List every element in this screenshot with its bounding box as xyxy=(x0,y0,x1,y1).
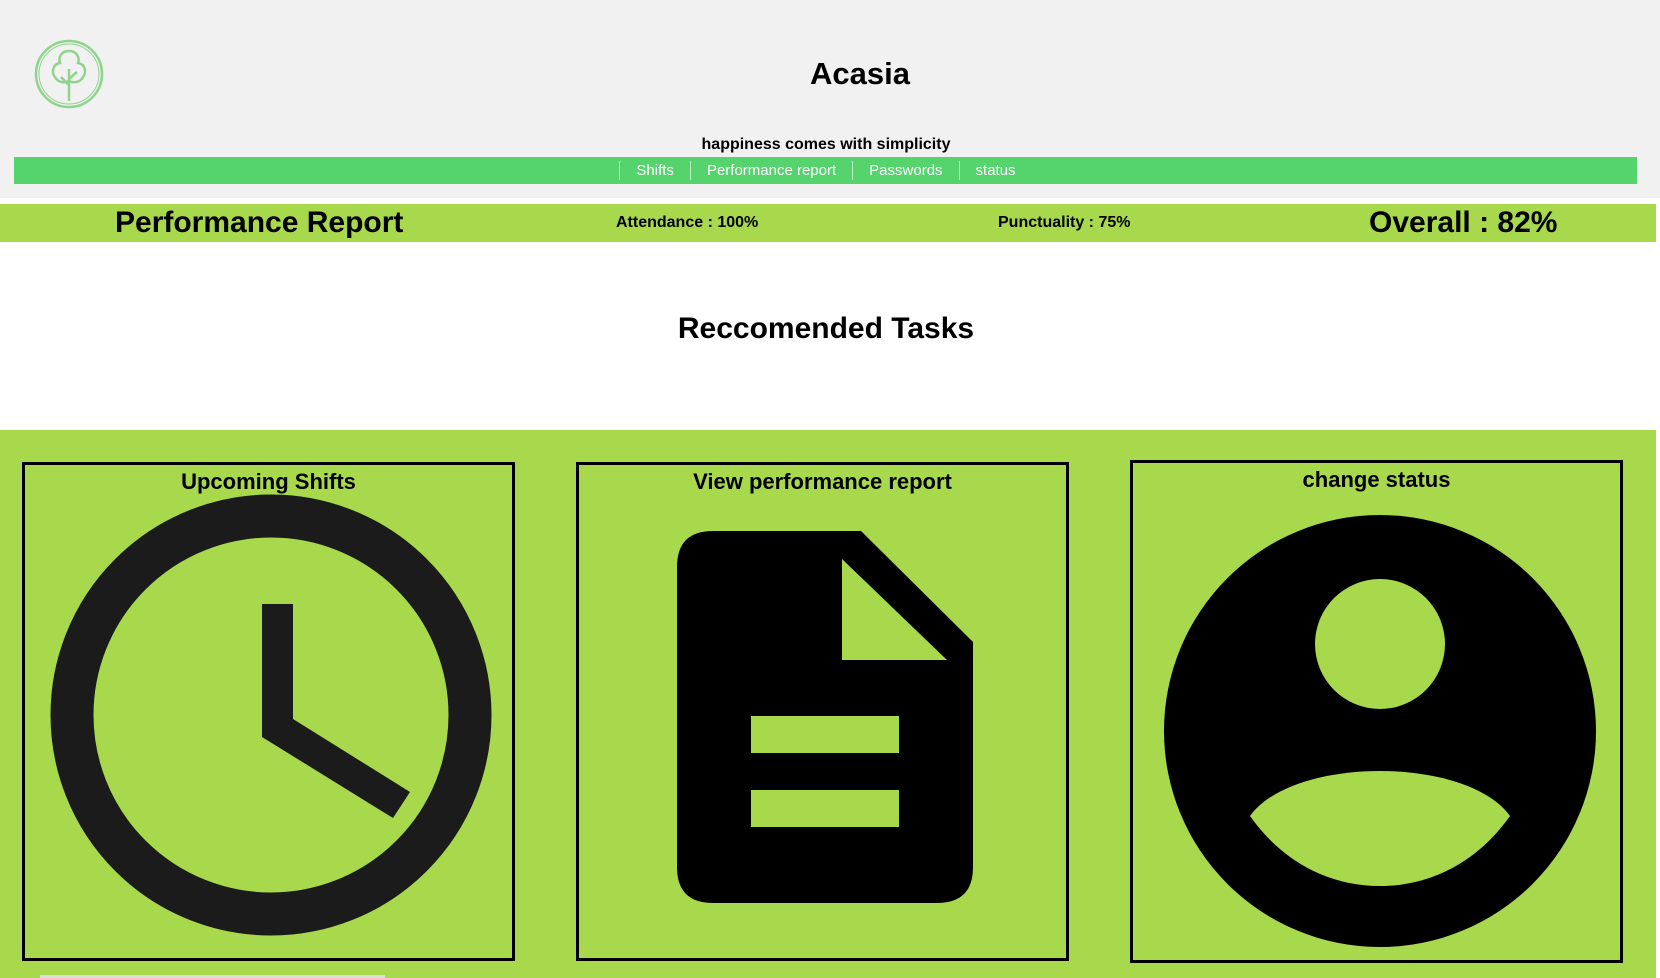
nav-item-performance-report[interactable]: Performance report xyxy=(689,161,852,180)
nav-item-passwords[interactable]: Passwords xyxy=(852,161,958,180)
card-title: change status xyxy=(1302,467,1451,492)
tagline: happiness comes with simplicity xyxy=(701,136,951,153)
card-title: Upcoming Shifts xyxy=(181,469,356,494)
tasks-heading: Reccomended Tasks xyxy=(677,312,975,345)
performance-summary-bar: Performance Report Attendance : 100% Pun… xyxy=(0,204,1656,242)
attendance-stat: Attendance : 100% xyxy=(616,214,759,231)
app-title: Acasia xyxy=(810,56,910,91)
task-cards-area: Upcoming Shifts View performance report … xyxy=(0,430,1656,978)
header: Acasia happiness comes with simplicity S… xyxy=(0,0,1660,198)
overall-stat: Overall : 82% xyxy=(1369,206,1558,239)
report-title: Performance Report xyxy=(115,206,404,239)
nav-item-status[interactable]: status xyxy=(958,161,1032,180)
account-circle-icon xyxy=(1164,515,1596,947)
view-performance-report-card[interactable]: View performance report xyxy=(576,462,1069,961)
upcoming-shifts-card[interactable]: Upcoming Shifts xyxy=(22,462,515,961)
nav-item-shifts[interactable]: Shifts xyxy=(619,161,690,180)
clock-icon xyxy=(50,494,492,936)
change-status-card[interactable]: change status xyxy=(1130,460,1623,963)
card-title: View performance report xyxy=(693,469,952,494)
nav-bar: Shifts Performance report Passwords stat… xyxy=(14,157,1637,184)
document-icon xyxy=(677,531,973,903)
punctuality-stat: Punctuality : 75% xyxy=(998,214,1131,231)
